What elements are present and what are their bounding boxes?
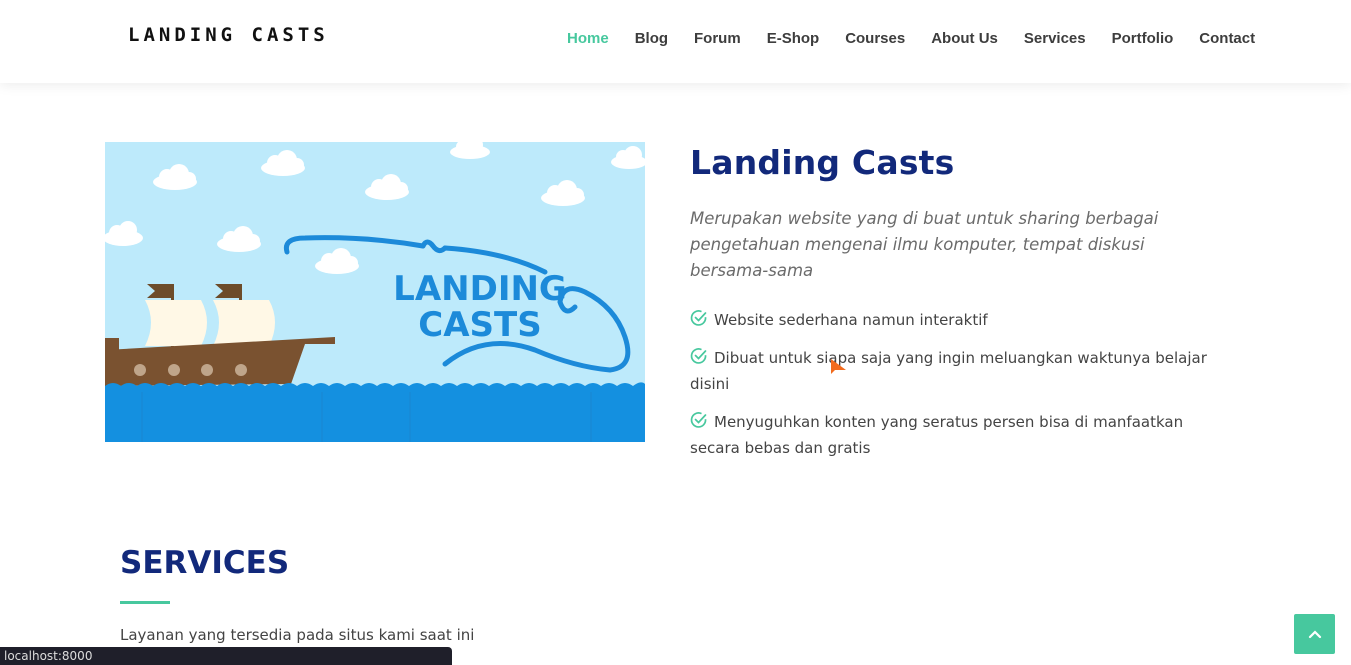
chevron-up-icon <box>1308 630 1321 639</box>
main-nav: Home Blog Forum E-Shop Courses About Us … <box>567 30 1281 47</box>
site-header: LANDING CASTS Home Blog Forum E-Shop Cou… <box>0 0 1351 83</box>
feature-item: Dibuat untuk siapa saja yang ingin melua… <box>690 345 1220 397</box>
nav-contact[interactable]: Contact <box>1199 30 1255 47</box>
check-circle-icon <box>690 310 707 326</box>
nav-about-us[interactable]: About Us <box>931 30 998 47</box>
about-description: Merupakan website yang di buat untuk sha… <box>690 209 1159 280</box>
feature-list: Website sederhana namun interaktif Dibua… <box>690 307 1220 473</box>
services-description: Layanan yang tersedia pada situs kami sa… <box>120 626 475 644</box>
feature-text: Dibuat untuk siapa saja yang ingin melua… <box>690 349 1207 393</box>
back-to-top-button[interactable] <box>1294 614 1335 654</box>
feature-text: Menyuguhkan konten yang seratus persen b… <box>690 413 1184 457</box>
feature-text: Website sederhana namun interaktif <box>714 311 988 329</box>
nav-portfolio[interactable]: Portfolio <box>1112 30 1174 47</box>
services-title: SERVICES <box>120 545 290 581</box>
about-title: Landing Casts <box>690 143 955 182</box>
hero-illustration: LANDING CASTS <box>105 142 645 442</box>
sea-graphic <box>105 382 645 442</box>
nav-home[interactable]: Home <box>567 30 609 47</box>
nav-forum[interactable]: Forum <box>694 30 741 47</box>
check-circle-icon <box>690 348 707 364</box>
nav-blog[interactable]: Blog <box>635 30 668 47</box>
browser-status-bar: localhost:8000 <box>0 647 452 665</box>
feature-item: Website sederhana namun interaktif <box>690 307 1220 333</box>
section-divider <box>120 601 170 604</box>
site-logo[interactable]: LANDING CASTS <box>128 24 329 46</box>
hero-logo-line2: CASTS <box>418 305 541 345</box>
check-circle-icon <box>690 412 707 428</box>
nav-eshop[interactable]: E-Shop <box>767 30 820 47</box>
hero-logo-line1: LANDING <box>393 269 567 309</box>
nav-courses[interactable]: Courses <box>845 30 905 47</box>
feature-item: Menyuguhkan konten yang seratus persen b… <box>690 409 1220 461</box>
nav-services[interactable]: Services <box>1024 30 1086 47</box>
mouse-cursor-icon <box>831 359 846 374</box>
